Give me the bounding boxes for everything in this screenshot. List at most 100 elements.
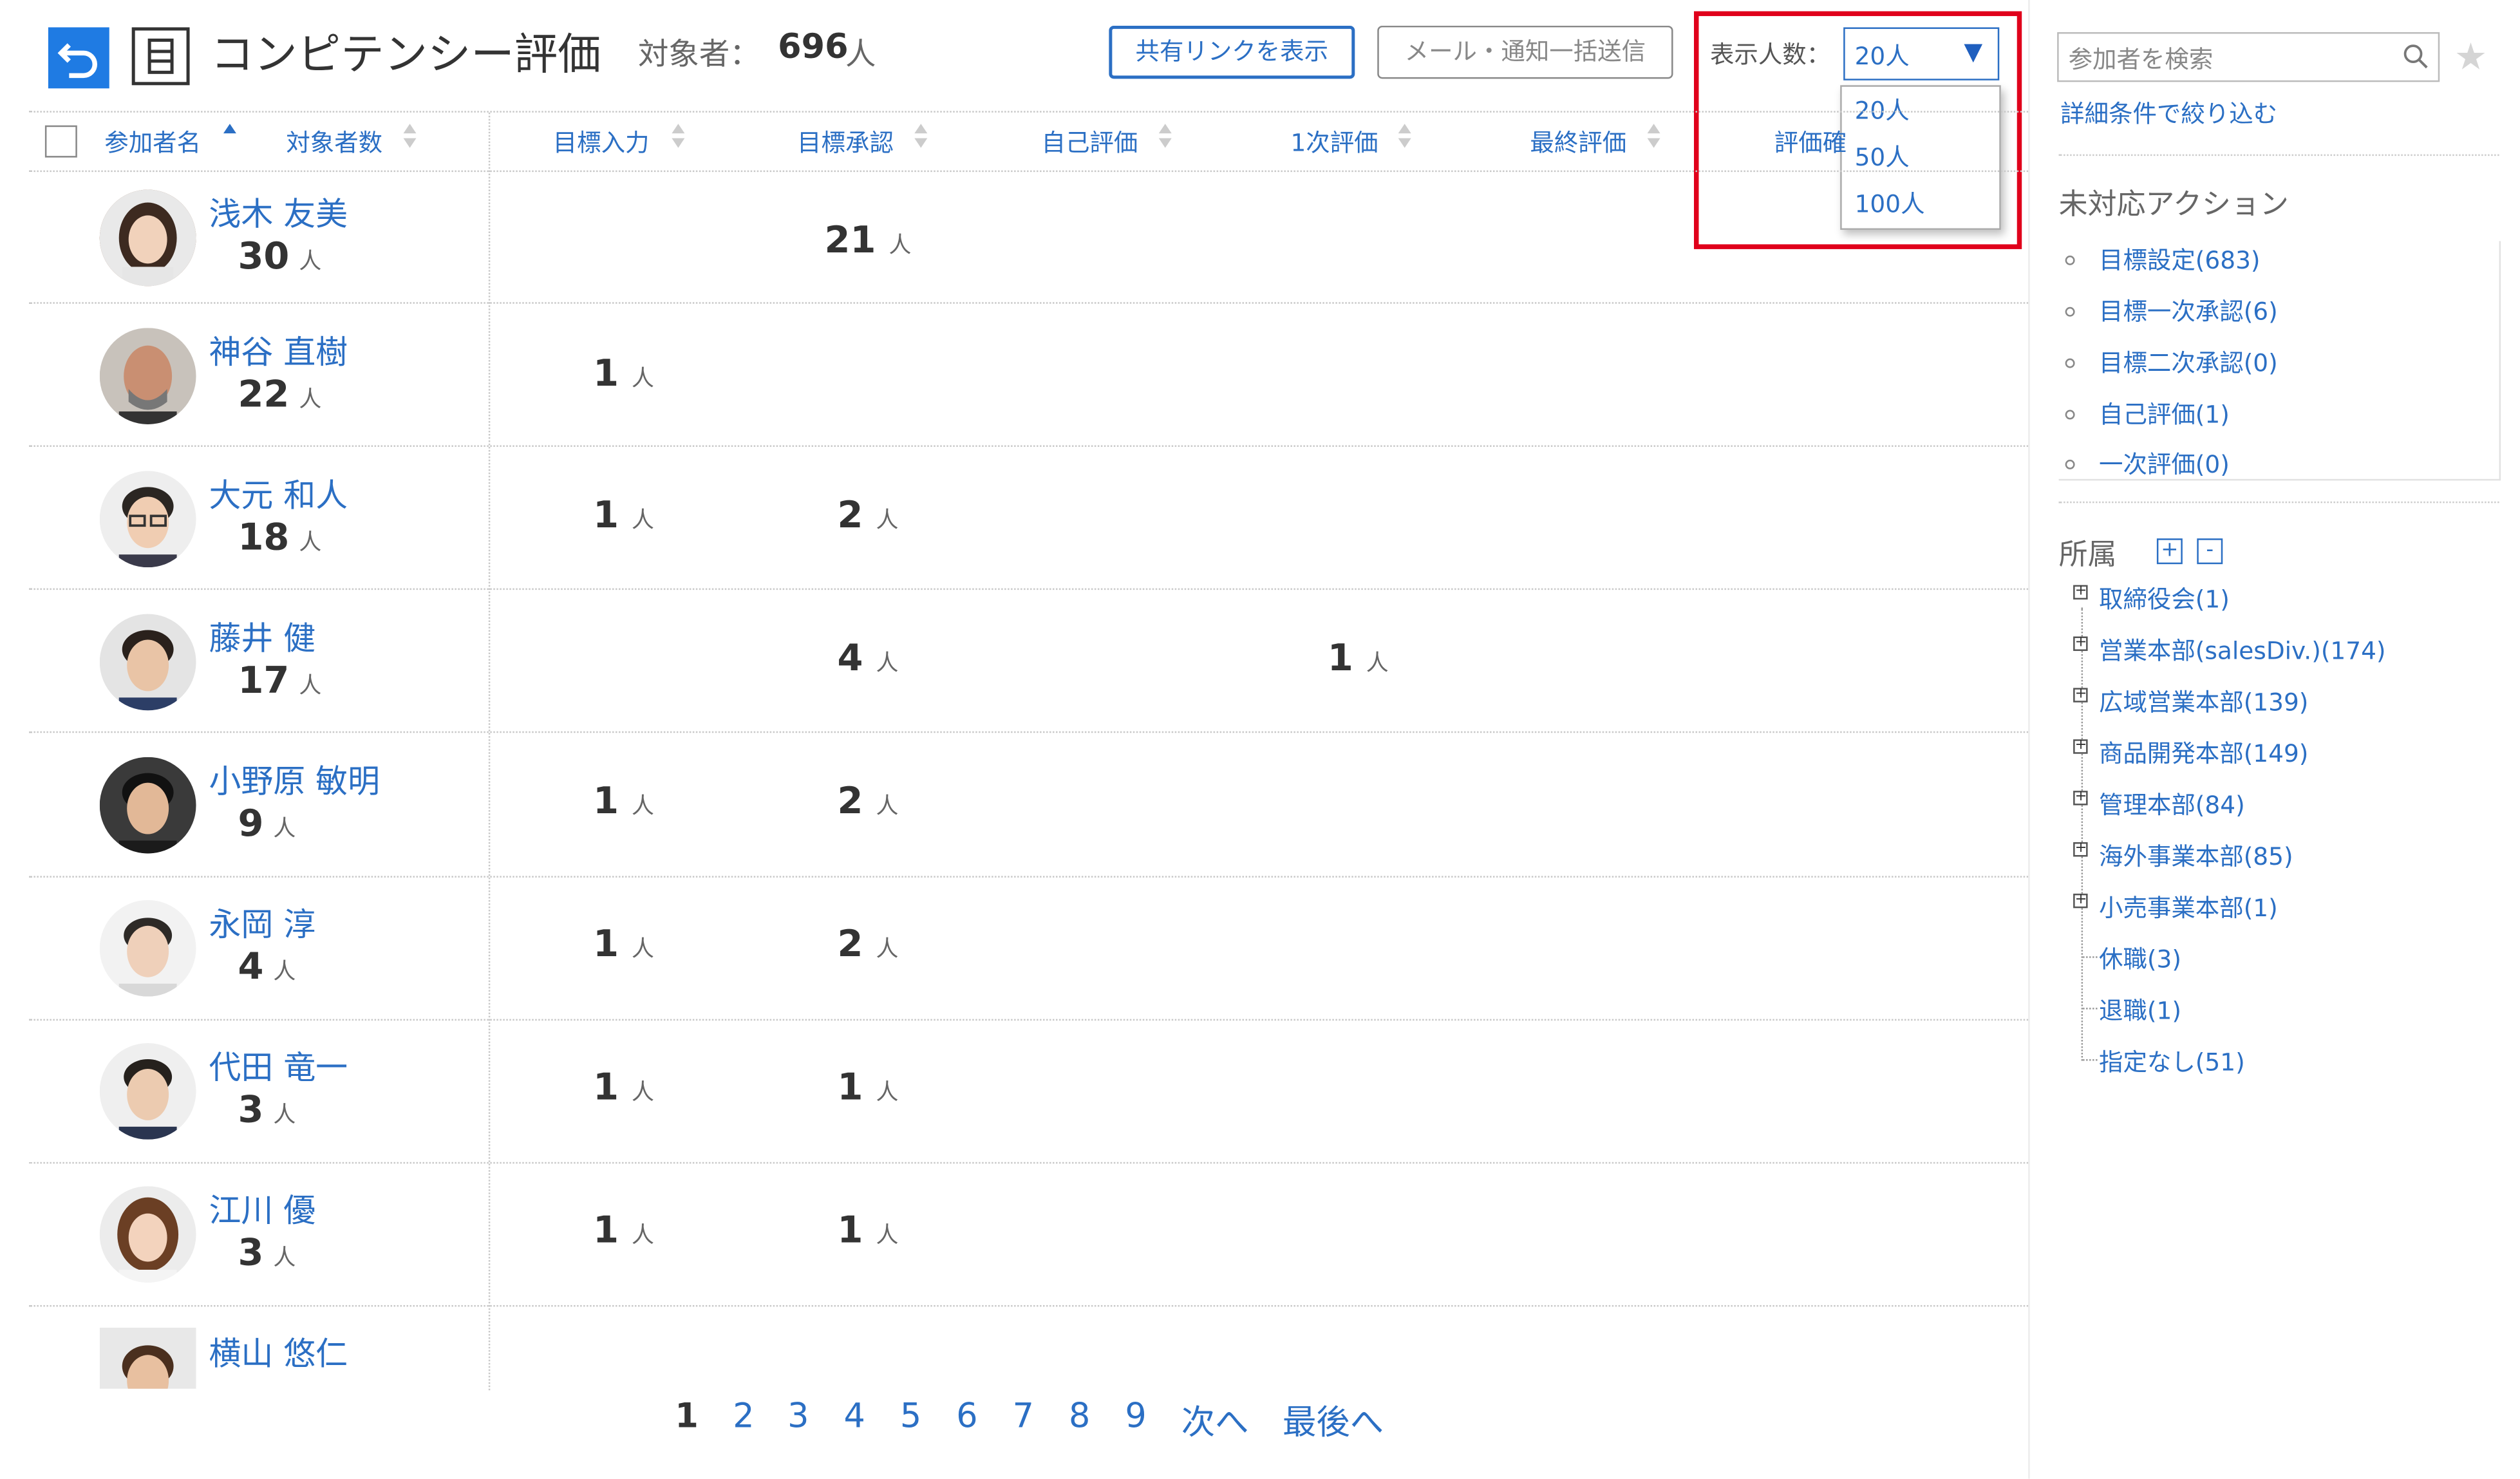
- goal-approval-count[interactable]: 4人: [838, 638, 899, 680]
- col-header-participant[interactable]: 参加者名: [104, 126, 201, 159]
- goal-approval-count[interactable]: 2人: [838, 924, 899, 966]
- page-2[interactable]: 2: [733, 1397, 754, 1435]
- display-option-20[interactable]: 20人: [1855, 93, 1910, 127]
- expand-plus-icon[interactable]: +: [2073, 584, 2088, 600]
- col-header-first-eval[interactable]: 1次評価: [1290, 126, 1378, 159]
- org-item[interactable]: 退職(1): [2099, 994, 2181, 1027]
- participant-name-link[interactable]: 江川 優: [209, 1185, 316, 1231]
- tree-branch: [2083, 956, 2098, 958]
- action-goal-second-approval[interactable]: 目標二次承認(0): [2099, 346, 2278, 379]
- expand-plus-icon[interactable]: +: [2073, 687, 2088, 702]
- col-header-final-eval[interactable]: 最終評価: [1530, 126, 1626, 159]
- org-item[interactable]: 休職(3): [2099, 942, 2181, 975]
- col-header-self-eval[interactable]: 自己評価: [1042, 126, 1138, 159]
- expand-plus-icon[interactable]: +: [2073, 893, 2088, 909]
- expand-plus-icon[interactable]: +: [2073, 790, 2088, 805]
- expand-all-button[interactable]: +: [2156, 538, 2183, 565]
- action-self-eval[interactable]: 自己評価(1): [2099, 397, 2230, 431]
- page-5[interactable]: 5: [900, 1397, 921, 1435]
- expand-plus-icon[interactable]: +: [2073, 739, 2088, 754]
- bulk-mail-button[interactable]: メール・通知一括送信: [1377, 25, 1673, 79]
- goal-approval-count[interactable]: 2人: [838, 781, 899, 823]
- sort-target-count-icon[interactable]: [403, 119, 417, 151]
- page-3[interactable]: 3: [787, 1397, 809, 1435]
- row-divider: [28, 731, 2029, 733]
- action-first-eval[interactable]: 一次評価(0): [2099, 447, 2230, 480]
- last-page-link[interactable]: 最後へ: [1283, 1397, 1384, 1445]
- page-9[interactable]: 9: [1125, 1397, 1146, 1435]
- participant-name-link[interactable]: 藤井 健: [209, 612, 316, 659]
- goal-input-count[interactable]: 1人: [593, 495, 654, 537]
- page-1[interactable]: 1: [675, 1397, 699, 1435]
- goal-input-count[interactable]: 1人: [593, 1067, 654, 1109]
- list-icon: [147, 38, 174, 74]
- collapse-all-button[interactable]: -: [2197, 538, 2223, 565]
- row-divider: [28, 876, 2029, 878]
- goal-approval-count[interactable]: 1人: [838, 1211, 899, 1252]
- share-link-button[interactable]: 共有リンクを表示: [1109, 25, 1355, 79]
- participant-name-link[interactable]: 代田 竜一: [209, 1042, 348, 1088]
- avatar: [99, 328, 196, 424]
- org-item[interactable]: 営業本部(salesDiv.)(174): [2099, 634, 2385, 667]
- expand-plus-icon[interactable]: +: [2073, 636, 2088, 651]
- action-goal-first-approval[interactable]: 目標一次承認(6): [2099, 294, 2278, 328]
- first-eval-count[interactable]: 1人: [1328, 638, 1389, 680]
- page-6[interactable]: 6: [956, 1397, 977, 1435]
- sort-self-eval-icon[interactable]: [1158, 119, 1172, 151]
- org-item[interactable]: 小売事業本部(1): [2099, 890, 2278, 924]
- goal-approval-count[interactable]: 21 人: [825, 220, 912, 262]
- favorite-star-icon[interactable]: ★: [2454, 37, 2487, 79]
- row-divider: [28, 1162, 2029, 1164]
- page-4[interactable]: 4: [844, 1397, 865, 1435]
- org-item[interactable]: 取締役会(1): [2099, 582, 2230, 616]
- action-goal-setting[interactable]: 目標設定(683): [2099, 243, 2260, 276]
- list-view-button[interactable]: [131, 27, 190, 86]
- goal-input-count[interactable]: 1人: [593, 924, 654, 966]
- back-button[interactable]: [48, 27, 109, 89]
- goal-input-count[interactable]: 1人: [593, 1211, 654, 1252]
- avatar: [99, 757, 196, 854]
- participant-name-link[interactable]: 永岡 淳: [209, 898, 316, 945]
- sidebar-divider: [2028, 0, 2030, 1479]
- dropdown-arrow-icon[interactable]: ▼: [1964, 37, 1982, 66]
- participant-name-link[interactable]: 神谷 直樹: [209, 326, 348, 373]
- goal-approval-count[interactable]: 1人: [838, 1067, 899, 1109]
- sort-first-eval-icon[interactable]: [1398, 119, 1411, 151]
- participant-name-link[interactable]: 浅木 友美: [209, 188, 348, 234]
- org-item[interactable]: 管理本部(84): [2099, 787, 2245, 821]
- participant-name-link[interactable]: 小野原 敏明: [209, 755, 380, 802]
- select-all-checkbox[interactable]: [44, 125, 77, 158]
- col-header-goal-approval[interactable]: 目標承認: [797, 126, 894, 159]
- row-divider: [28, 445, 2029, 447]
- search-icon[interactable]: [2403, 43, 2429, 69]
- display-option-100[interactable]: 100人: [1855, 187, 1925, 220]
- participant-count: 9人: [238, 804, 296, 846]
- org-item[interactable]: 広域営業本部(139): [2099, 684, 2308, 718]
- next-page-link[interactable]: 次へ: [1181, 1397, 1249, 1445]
- goal-input-count[interactable]: 1人: [593, 353, 654, 395]
- sort-goal-input-icon[interactable]: [672, 119, 685, 151]
- avatar: [99, 1043, 196, 1140]
- org-title: 所属: [2058, 538, 2117, 572]
- page-7[interactable]: 7: [1013, 1397, 1034, 1435]
- refine-conditions-link[interactable]: 詳細条件で絞り込む: [2060, 97, 2277, 130]
- page-8[interactable]: 8: [1069, 1397, 1090, 1435]
- org-item[interactable]: 海外事業本部(85): [2099, 839, 2293, 872]
- sort-participant-icon[interactable]: [223, 119, 236, 151]
- row-divider: [28, 1019, 2029, 1021]
- pending-actions-title: 未対応アクション: [2058, 188, 2289, 222]
- sort-goal-approval-icon[interactable]: [914, 119, 928, 151]
- participant-name-link[interactable]: 大元 和人: [209, 469, 348, 516]
- org-item[interactable]: 指定なし(51): [2099, 1045, 2245, 1079]
- table-top-divider: [28, 111, 2029, 113]
- sort-final-eval-icon[interactable]: [1647, 119, 1660, 151]
- col-header-eval-confirm[interactable]: 評価確: [1774, 126, 1847, 159]
- expand-plus-icon[interactable]: +: [2073, 842, 2088, 857]
- goal-input-count[interactable]: 1人: [593, 781, 654, 823]
- org-item[interactable]: 商品開発本部(149): [2099, 736, 2308, 769]
- col-header-goal-input[interactable]: 目標入力: [553, 126, 650, 159]
- goal-approval-count[interactable]: 2人: [838, 495, 899, 537]
- participant-name-link[interactable]: 横山 悠仁: [209, 1328, 348, 1374]
- col-header-target-count[interactable]: 対象者数: [286, 126, 382, 159]
- display-option-50[interactable]: 50人: [1855, 140, 1910, 173]
